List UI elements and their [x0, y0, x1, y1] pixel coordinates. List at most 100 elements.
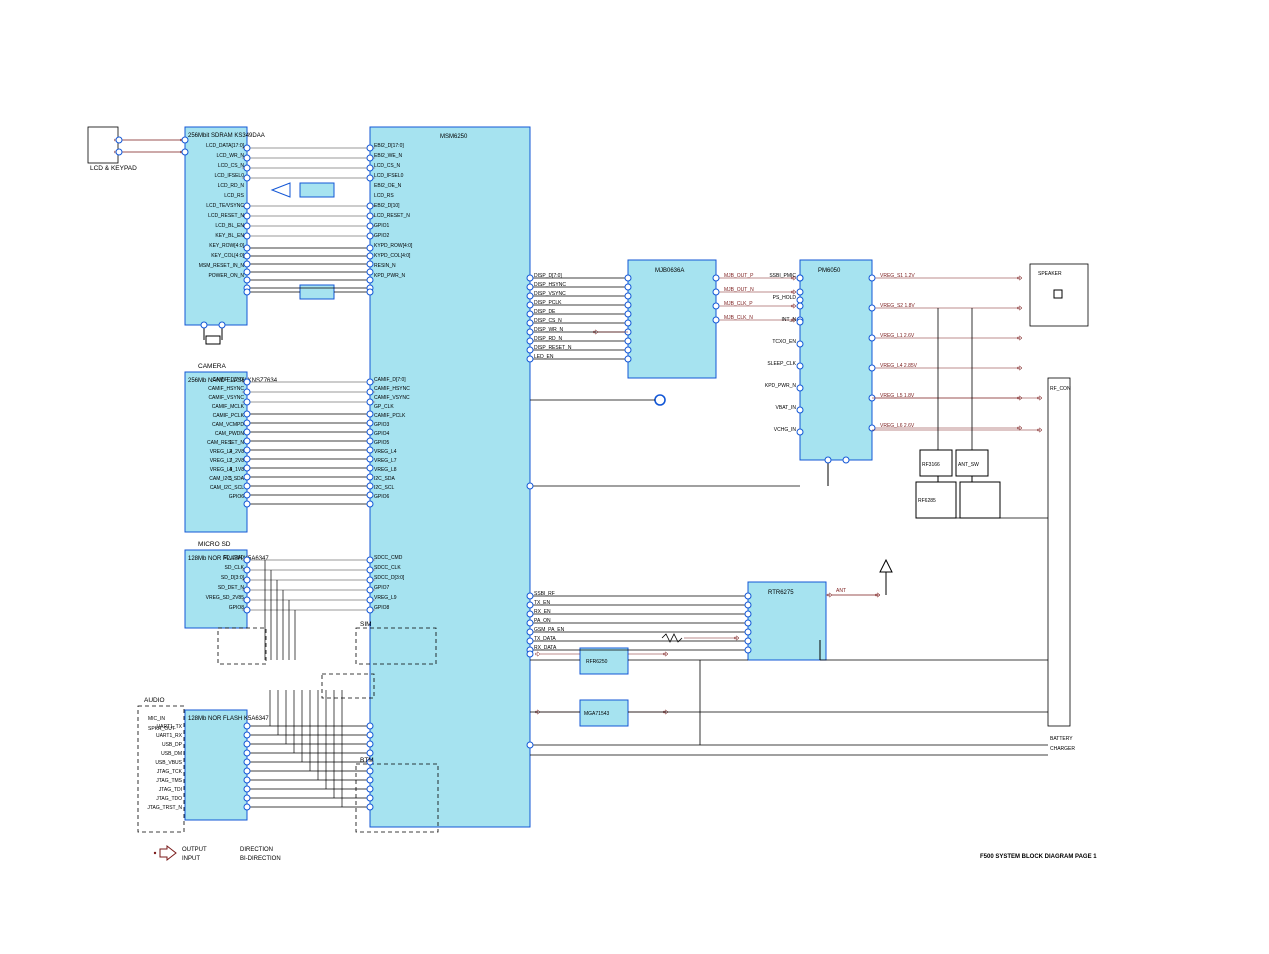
svg-text:SD_CMD: SD_CMD: [223, 555, 245, 561]
svg-text:LCD_IFSEL0: LCD_IFSEL0: [215, 173, 245, 179]
svg-text:LCD_DATA[17:0]: LCD_DATA[17:0]: [206, 143, 244, 149]
svg-text:KEY_BL_EN: KEY_BL_EN: [215, 233, 244, 239]
svg-text:RESIN_N: RESIN_N: [374, 263, 396, 269]
svg-text:MJB_OUT_P: MJB_OUT_P: [724, 273, 754, 279]
svg-text:DISP_D[7:0]: DISP_D[7:0]: [534, 273, 562, 279]
testpoint-icon: [655, 395, 665, 405]
svg-text:CAMIF_D[7:0]: CAMIF_D[7:0]: [374, 377, 406, 383]
svg-text:ANT: ANT: [836, 588, 846, 594]
svg-text:DISP_RESET_N: DISP_RESET_N: [534, 345, 572, 351]
speaker-label: SPEAKER: [1038, 271, 1062, 277]
svg-text:GPIO2: GPIO2: [374, 233, 390, 239]
svg-text:LED_EN: LED_EN: [534, 354, 554, 360]
svg-text:CAMIF_PCLK: CAMIF_PCLK: [374, 413, 406, 419]
svg-text:SIM: SIM: [360, 621, 372, 628]
svg-text:VREG_L4: VREG_L4: [374, 449, 397, 455]
svg-text:LCD_TE/VSYNC: LCD_TE/VSYNC: [206, 203, 244, 209]
rtr-label: RTR6275: [768, 590, 794, 596]
svg-text:LCD_RS: LCD_RS: [374, 193, 394, 199]
legend: OUTPUT INPUT DIRECTION BI-DIRECTION: [154, 846, 281, 862]
svg-text:VREG_S1 1.2V: VREG_S1 1.2V: [880, 273, 915, 279]
svg-text:EBI2_WE_N: EBI2_WE_N: [374, 153, 402, 159]
svg-text:I2C_SCL: I2C_SCL: [374, 485, 395, 491]
svg-text:LCD_RESET_N: LCD_RESET_N: [374, 213, 410, 219]
svg-text:CAMERA: CAMERA: [198, 363, 226, 370]
svg-text:DISP_RD_N: DISP_RD_N: [534, 336, 562, 342]
svg-text:VREG_SD_2V85: VREG_SD_2V85: [206, 595, 245, 601]
svg-text:CAMIF_VSYNC: CAMIF_VSYNC: [208, 395, 244, 401]
sdram-label: 256Mbit SDRAM KS349DAA: [188, 133, 265, 139]
svg-text:CAM_VCMPD: CAM_VCMPD: [212, 422, 244, 428]
svg-text:DISP_PCLK: DISP_PCLK: [534, 300, 562, 306]
svg-text:MIC_IN: MIC_IN: [148, 716, 165, 722]
svg-text:VREG_L8_1V8: VREG_L8_1V8: [210, 467, 244, 473]
msm-label: MSM6250: [440, 134, 468, 140]
svg-text:CAMIF_D[7:0]: CAMIF_D[7:0]: [212, 377, 244, 383]
opt1: [218, 628, 266, 664]
svg-text:EBI2_OE_N: EBI2_OE_N: [374, 183, 402, 189]
svg-text:LCD_IFSEL0: LCD_IFSEL0: [374, 173, 404, 179]
svg-text:GPIO8: GPIO8: [229, 605, 245, 611]
svg-text:DISP_HSYNC: DISP_HSYNC: [534, 282, 566, 288]
rf-con-block: [1048, 378, 1070, 726]
lcd-conn: [88, 127, 118, 163]
svg-text:SD_DET_N: SD_DET_N: [218, 585, 245, 591]
legend-dir: DIRECTION: [240, 847, 273, 853]
svg-text:SLEEP_CLK: SLEEP_CLK: [767, 361, 796, 367]
svg-text:VREG_L4 2.85V: VREG_L4 2.85V: [880, 363, 918, 369]
svg-text:LCD_RD_N: LCD_RD_N: [218, 183, 245, 189]
svg-text:CAMIF_MCLK: CAMIF_MCLK: [212, 404, 245, 410]
svg-text:CAM_I2C_SCL: CAM_I2C_SCL: [210, 485, 244, 491]
svg-text:USB_DP: USB_DP: [162, 742, 183, 748]
svg-text:VREG_L9: VREG_L9: [374, 595, 397, 601]
svg-text:MJB_CLK_N: MJB_CLK_N: [724, 315, 753, 321]
pmic-block: [800, 260, 872, 460]
svg-text:KEY_ROW[4:0]: KEY_ROW[4:0]: [209, 243, 244, 249]
nor2-block: [185, 710, 247, 820]
svg-text:DISP_DE: DISP_DE: [534, 309, 556, 315]
svg-text:JTAG_TRST_N: JTAG_TRST_N: [147, 805, 182, 811]
svg-text:KPD_PWR_N: KPD_PWR_N: [374, 273, 406, 279]
svg-text:SDCC_CMD: SDCC_CMD: [374, 555, 403, 561]
svg-text:MJB_OUT_N: MJB_OUT_N: [724, 287, 754, 293]
rfcon-label: RF_CON: [1050, 386, 1071, 392]
svg-text:SD_CLK: SD_CLK: [225, 565, 245, 571]
svg-text:GPIO3: GPIO3: [374, 422, 390, 428]
svg-text:VCHG_IN: VCHG_IN: [774, 427, 797, 433]
svg-text:TX_DATA: TX_DATA: [534, 636, 556, 642]
legend-in: INPUT: [182, 856, 200, 862]
svg-text:GP_CLK: GP_CLK: [374, 404, 394, 410]
svg-text:SDCC_D[3:0]: SDCC_D[3:0]: [374, 575, 405, 581]
mjb-block: [628, 260, 716, 378]
svg-text:SPKR_OUT: SPKR_OUT: [148, 726, 175, 732]
mjb-label: MJB0636A: [655, 268, 684, 274]
svg-text:PS_HOLD: PS_HOLD: [773, 295, 797, 301]
svg-text:MICRO SD: MICRO SD: [198, 541, 231, 548]
svg-text:GPIO1: GPIO1: [374, 223, 390, 229]
svg-text:TX_EN: TX_EN: [534, 600, 551, 606]
svg-text:PA_ON: PA_ON: [534, 618, 551, 624]
svg-text:KYPD_COL[4:0]: KYPD_COL[4:0]: [374, 253, 411, 259]
svg-text:LCD_RS: LCD_RS: [224, 193, 244, 199]
svg-text:JTAG_TDI: JTAG_TDI: [159, 787, 182, 793]
svg-text:AUDIO: AUDIO: [144, 697, 165, 704]
svg-text:BTM: BTM: [360, 757, 374, 764]
svg-text:LCD_BL_EN: LCD_BL_EN: [215, 223, 244, 229]
svg-text:JTAG_TCK: JTAG_TCK: [157, 769, 183, 775]
svg-text:VREG_L7_2V8: VREG_L7_2V8: [210, 458, 244, 464]
antenna-icon: [880, 560, 892, 595]
svg-text:LCD_CS_N: LCD_CS_N: [218, 163, 245, 169]
legend-out: OUTPUT: [182, 847, 207, 853]
svg-text:VBAT_IN: VBAT_IN: [776, 405, 797, 411]
buffer-icon: [272, 183, 290, 197]
svg-text:USB_VBUS: USB_VBUS: [155, 760, 182, 766]
pa-gsm-label: RF3166: [922, 462, 940, 468]
svg-text:GPIO8: GPIO8: [374, 605, 390, 611]
svg-text:EBI2_D[10]: EBI2_D[10]: [374, 203, 400, 209]
drawing-title: F500 SYSTEM BLOCK DIAGRAM PAGE 1: [980, 854, 1097, 860]
svg-text:KEY_COL[4:0]: KEY_COL[4:0]: [211, 253, 244, 259]
svg-text:JTAG_TDO: JTAG_TDO: [156, 796, 182, 802]
svg-text:VREG_L6 2.6V: VREG_L6 2.6V: [880, 423, 915, 429]
nor2-label: 128Mb NOR FLASH K5A6347: [188, 716, 269, 722]
svg-text:CAM_I2C_SDA: CAM_I2C_SDA: [209, 476, 244, 482]
